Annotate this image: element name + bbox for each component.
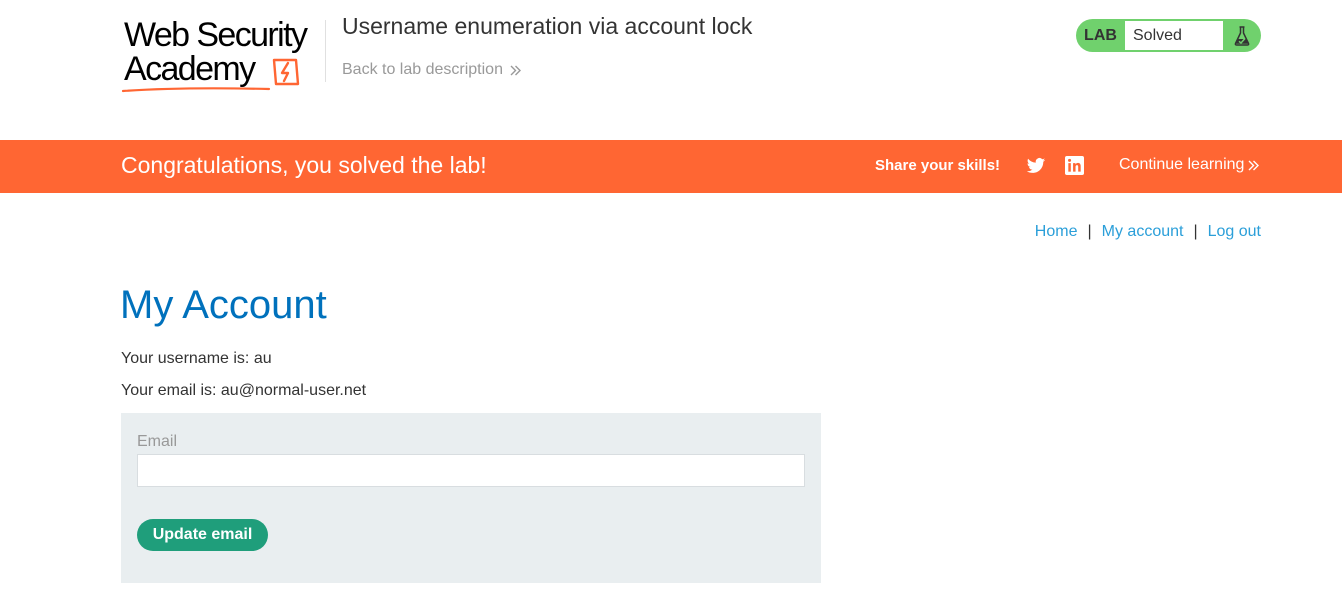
flask-icon [1223, 19, 1261, 52]
lab-status-tag: LAB [1084, 27, 1117, 44]
nav-home-link[interactable]: Home [1035, 223, 1078, 241]
lab-status-widget: LAB Solved [1076, 19, 1261, 52]
twitter-icon[interactable] [1026, 156, 1046, 176]
top-header: Web Security Academy Username enumeratio… [0, 0, 1342, 140]
congratulations-message: Congratulations, you solved the lab! [121, 152, 487, 178]
lab-status-value: Solved [1125, 21, 1223, 50]
continue-learning-link[interactable]: Continue learning [1119, 156, 1260, 174]
web-security-academy-logo[interactable]: Web Security Academy [121, 16, 321, 93]
back-link-label: Back to lab description [342, 61, 503, 78]
double-chevron-right-icon [510, 65, 521, 75]
email-field[interactable] [137, 454, 805, 487]
logo-bolt-icon [272, 58, 300, 86]
logo-line-1: Web Security [124, 16, 308, 54]
nav-separator: | [1087, 223, 1092, 240]
header-divider [325, 20, 326, 82]
email-field-label: Email [137, 433, 178, 450]
update-email-button[interactable]: Update email [137, 519, 268, 551]
logo-line-2: Academy [124, 50, 256, 88]
nav-separator: | [1193, 223, 1198, 240]
nav-log-out-link[interactable]: Log out [1208, 223, 1261, 241]
nav-my-account-link[interactable]: My account [1102, 223, 1184, 241]
solved-banner: Congratulations, you solved the lab! Sha… [0, 140, 1342, 193]
share-skills-label: Share your skills! [875, 157, 1001, 174]
page-title: My Account [120, 283, 327, 327]
username-text: Your username is: au [121, 350, 272, 367]
email-text: Your email is: au@normal-user.net [121, 382, 367, 399]
back-to-lab-description-link[interactable]: Back to lab description [342, 61, 522, 79]
logo-underline [121, 87, 271, 93]
double-chevron-right-icon [1248, 160, 1260, 170]
update-email-form: Email Update email [121, 413, 821, 583]
linkedin-icon[interactable] [1065, 156, 1084, 175]
lab-title: Username enumeration via account lock [342, 13, 753, 39]
continue-learning-label: Continue learning [1119, 156, 1245, 173]
account-nav: Home | My account | Log out [1035, 223, 1261, 241]
